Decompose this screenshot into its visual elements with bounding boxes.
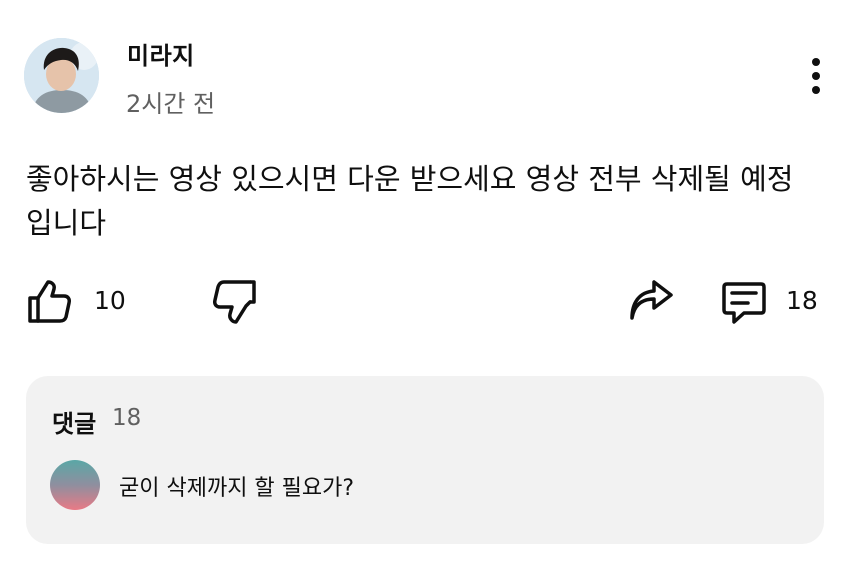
- comments-count: 18: [112, 405, 142, 431]
- thumbs-up-icon: [28, 280, 71, 323]
- author-avatar[interactable]: [24, 38, 99, 113]
- author-name[interactable]: 미라지: [127, 36, 195, 71]
- like-count: 10: [94, 286, 126, 315]
- more-vert-icon[interactable]: [806, 56, 828, 96]
- comments-title: 댓글: [52, 410, 97, 438]
- share-button[interactable]: [626, 278, 676, 324]
- comments-preview-card[interactable]: 댓글 18 굳이 삭제까지 할 필요가?: [26, 376, 824, 544]
- share-icon: [630, 280, 673, 320]
- post-timestamp: 2시간 전: [126, 90, 216, 118]
- commenter-avatar: [50, 460, 100, 510]
- like-button[interactable]: [24, 278, 74, 324]
- comment-icon: [722, 282, 766, 324]
- comment-preview-text: 굳이 삭제까지 할 필요가?: [119, 476, 355, 501]
- comment-count: 18: [786, 286, 818, 315]
- thumbs-down-icon: [213, 280, 256, 324]
- dislike-button[interactable]: [210, 278, 260, 326]
- post-text: 좋아하시는 영상 있으시면 다운 받으세요 영상 전부 삭제될 예정 입니다: [26, 162, 794, 240]
- comment-button[interactable]: [718, 278, 768, 326]
